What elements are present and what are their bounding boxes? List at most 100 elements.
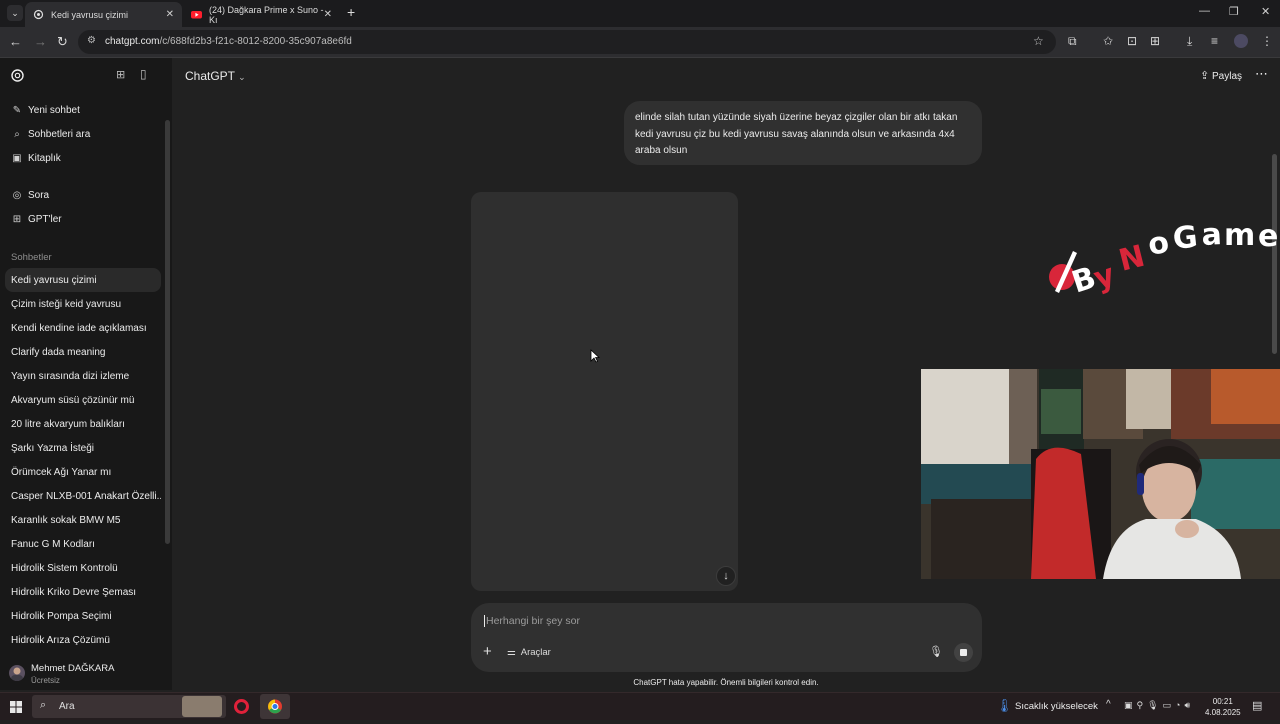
chatgpt-favicon-icon <box>33 9 44 20</box>
search-highlight-icon <box>182 696 222 717</box>
back-icon[interactable]: ← <box>9 34 22 49</box>
close-window-icon[interactable]: ✕ <box>1261 5 1270 18</box>
new-tab-icon[interactable]: + <box>347 4 355 20</box>
opera-icon[interactable] <box>234 699 249 714</box>
svg-text:G: G <box>1171 220 1199 257</box>
bookmark-star-icon[interactable]: ☆ <box>1033 34 1044 48</box>
sidebar-item-gpts[interactable]: ⊞ GPT'ler <box>5 207 161 231</box>
extensions-icon[interactable]: ⧉ <box>1068 34 1077 49</box>
more-options-icon[interactable]: ⋯ <box>1255 66 1268 82</box>
edit-icon: ✎ <box>12 104 22 116</box>
chat-item[interactable]: Fanuc G M Kodları <box>5 532 161 556</box>
reload-icon[interactable]: ↻ <box>57 34 68 50</box>
user-name: Mehmet DAĞKARA <box>31 663 115 674</box>
tray-chevron-icon[interactable]: ^ <box>1106 699 1111 710</box>
reading-list-icon[interactable]: ≡ <box>1211 34 1218 48</box>
youtube-favicon-icon <box>191 9 202 20</box>
weather-status[interactable]: Sıcaklık yükselecek <box>1015 701 1098 712</box>
chevron-down-icon: ⌄ <box>238 72 246 82</box>
user-plan: Ücretsiz <box>31 676 60 685</box>
mouse-cursor-icon <box>590 349 600 363</box>
sidebar-item-library[interactable]: ▣ Kitaplık <box>5 146 161 170</box>
chat-item[interactable]: Hidrolik Arıza Çözümü <box>5 628 161 652</box>
microphone-icon[interactable]: 🎙︎ <box>929 645 943 658</box>
browser-menu-icon[interactable]: ⋮ <box>1261 34 1273 48</box>
gpts-grid-icon[interactable]: ⊞ <box>116 68 125 81</box>
search-icon: ⌕ <box>40 699 47 711</box>
tab-title: Kedi yavrusu çizimi <box>51 9 129 20</box>
close-tab-icon[interactable]: ✕ <box>166 9 174 20</box>
chat-item[interactable]: Karanlık sokak BMW M5 <box>5 508 161 532</box>
windows-taskbar: ⌕ Ara 🌡︎ Sıcaklık yükselecek ^ ▣⚲🎙︎▭◔🔊︎ … <box>0 692 1280 720</box>
chat-item[interactable]: Hidrolik Sistem Kontrolü <box>5 556 161 580</box>
minimize-icon[interactable]: — <box>1199 5 1210 17</box>
chat-item[interactable]: Akvaryum süsü çözünür mü <box>5 388 161 412</box>
composer: Herhangi bir şey sor + ⚌ Araçlar 🎙︎ <box>471 603 982 672</box>
avatar <box>9 665 25 681</box>
share-icon: ⇪ <box>1200 70 1210 82</box>
svg-text:o: o <box>1145 225 1171 263</box>
user-menu[interactable]: Mehmet DAĞKARA Ücretsiz <box>0 658 172 690</box>
chat-item[interactable]: Clarify dada meaning <box>5 340 161 364</box>
taskbar-clock[interactable]: 00:21 4.08.2025 <box>1205 696 1241 718</box>
arrow-down-icon: ↓ <box>723 570 729 582</box>
svg-text:m: m <box>1224 218 1255 253</box>
browser-tab-bar: ⌄ Kedi yavrusu çizimi ✕ (24) Dağkara Pri… <box>0 0 1280 27</box>
scroll-down-button[interactable]: ↓ <box>716 566 736 586</box>
windows-start-icon[interactable] <box>10 700 22 718</box>
chat-item[interactable]: Hidrolik Pompa Seçimi <box>5 604 161 628</box>
weather-icon[interactable]: 🌡︎ <box>996 698 1013 714</box>
favorites-icon[interactable]: ✩ <box>1103 34 1113 48</box>
chat-item[interactable]: Şarkı Yazma İsteği <box>5 436 161 460</box>
prompt-input[interactable]: Herhangi bir şey sor <box>484 615 580 627</box>
download-icon[interactable]: ⤓ <box>1187 34 1192 49</box>
add-attachment-icon[interactable]: + <box>483 643 492 660</box>
forward-icon[interactable]: → <box>34 34 47 49</box>
chat-item[interactable]: 20 litre akvaryum balıkları <box>5 412 161 436</box>
model-selector[interactable]: ChatGPT ⌄ <box>185 69 246 83</box>
sidebar: ⊞ ▯ ✎ Yeni sohbet ⌕ Sohbetleri ara ▣ Kitapl… <box>0 58 172 690</box>
close-tab-icon[interactable]: ✕ <box>324 9 332 20</box>
sidebar-scrollbar[interactable] <box>165 120 170 544</box>
openai-logo-icon[interactable] <box>10 68 25 88</box>
search-icon: ⌕ <box>14 128 20 140</box>
tab-youtube[interactable]: (24) Dağkara Prime x Suno - Kı ✕ <box>183 2 340 27</box>
share-button[interactable]: ⇪ Paylaş <box>1200 69 1242 82</box>
toggle-sidebar-icon[interactable]: ▯ <box>140 67 147 81</box>
tray-icons[interactable]: ▣⚲🎙︎▭◔🔊︎ <box>1124 700 1194 711</box>
user-message: elinde silah tutan yüzünde siyah üzerine… <box>624 101 982 165</box>
url-field[interactable]: ⚙ chatgpt.com/c/688fd2b3-f21c-8012-8200-… <box>78 30 1056 54</box>
sliders-icon: ⚌ <box>507 647 516 658</box>
site-info-icon[interactable]: ⚙ <box>87 35 96 46</box>
chats-section-title: Sohbetler <box>11 252 52 263</box>
sidebar-item-search-chats[interactable]: ⌕ Sohbetleri ara <box>5 122 161 146</box>
sora-icon: ◎ <box>12 189 22 201</box>
sidebar-item-sora[interactable]: ◎ Sora <box>5 183 161 207</box>
library-icon: ▣ <box>12 152 22 164</box>
chat-item[interactable]: Kedi yavrusu çizimi <box>5 268 161 292</box>
disclaimer: ChatGPT hata yapabilir. Önemli bilgileri… <box>633 678 819 687</box>
stop-generation-button[interactable] <box>954 643 973 662</box>
tab-title: (24) Dağkara Prime x Suno - Kı <box>209 4 324 25</box>
restore-icon[interactable]: ❐ <box>1229 5 1239 18</box>
chat-item[interactable]: Çizim isteği keid yavrusu <box>5 292 161 316</box>
translate-icon[interactable]: ⊞ <box>1150 34 1160 48</box>
svg-text:a: a <box>1201 217 1223 253</box>
chat-item[interactable]: Hidrolik Kriko Devre Şeması <box>5 580 161 604</box>
chat-item[interactable]: Kendi kendine iade açıklaması <box>5 316 161 340</box>
collections-icon[interactable]: ⊡ <box>1127 34 1137 48</box>
svg-text:e: e <box>1258 219 1278 254</box>
chat-item[interactable]: Casper NLXB-001 Anakart Özelli... <box>5 484 161 508</box>
chrome-icon[interactable] <box>260 694 290 719</box>
image-generation-placeholder <box>471 192 738 591</box>
notifications-icon[interactable]: ▤ <box>1252 699 1262 712</box>
sidebar-item-new-chat[interactable]: ✎ Yeni sohbet <box>5 98 161 122</box>
taskbar-search[interactable]: ⌕ Ara <box>32 695 226 718</box>
tab-actions-icon[interactable]: ⌄ <box>7 5 23 21</box>
bynogame-watermark-logo: B y N o G a m e <box>1049 217 1278 301</box>
profile-avatar[interactable] <box>1234 34 1248 48</box>
chat-item[interactable]: Yayın sırasında dizi izleme <box>5 364 161 388</box>
tools-button[interactable]: ⚌ Araçlar <box>507 647 551 658</box>
tab-chatgpt[interactable]: Kedi yavrusu çizimi ✕ <box>25 2 182 27</box>
chat-item[interactable]: Örümcek Ağı Yanar mı <box>5 460 161 484</box>
